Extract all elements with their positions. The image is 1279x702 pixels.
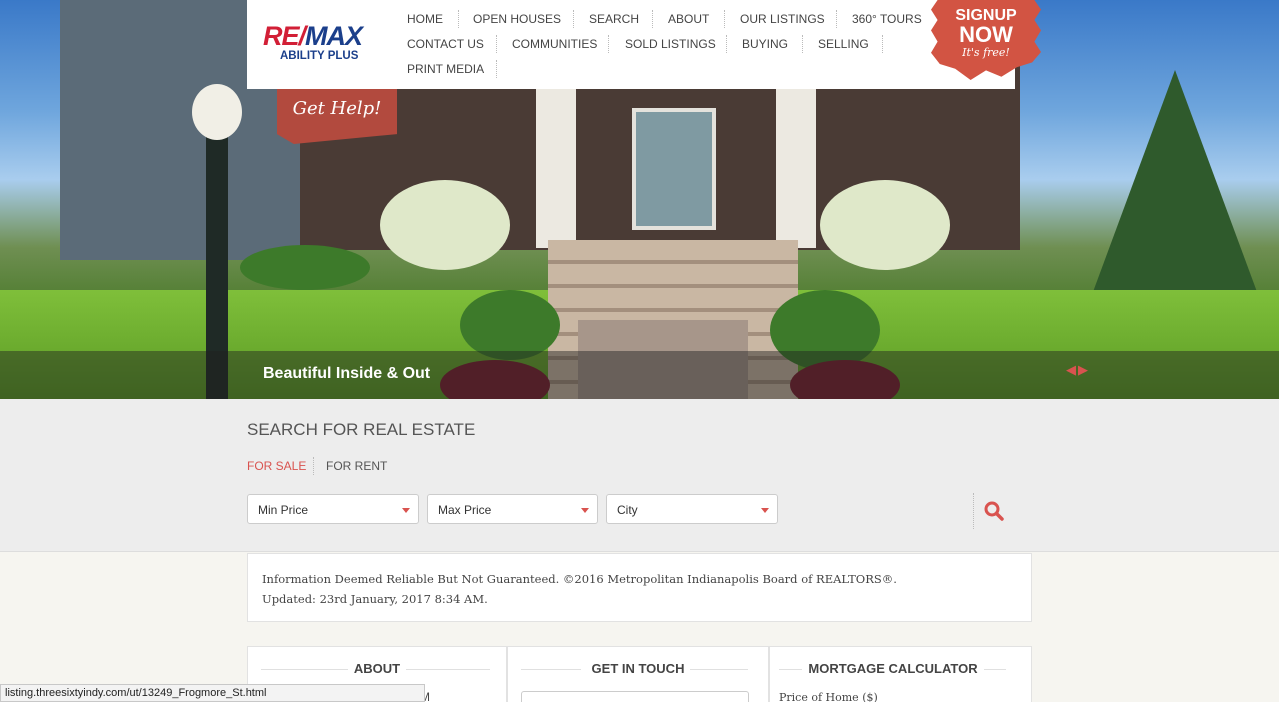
hero-caption: Beautiful Inside & Out — [263, 365, 431, 382]
hero-tree — [1090, 70, 1260, 300]
prev-next-arrows-icon[interactable]: ◀▶ — [1066, 362, 1090, 378]
nav-buying[interactable]: BUYING — [742, 37, 788, 51]
min-price-select[interactable]: Min Price — [247, 494, 419, 524]
footer-about-title: ABOUT — [247, 661, 507, 676]
nav-contact-us[interactable]: CONTACT US — [407, 37, 484, 51]
tab-for-rent[interactable]: FOR RENT — [326, 459, 387, 473]
hero-lamp-head — [192, 84, 242, 140]
disclaimer-text: Information Deemed Reliable But Not Guar… — [262, 572, 897, 586]
status-bar-url: listing.threesixtyindy.com/ut/13249_Frog… — [0, 684, 425, 702]
nav-search[interactable]: SEARCH — [589, 12, 639, 26]
nav-print-media[interactable]: PRINT MEDIA — [407, 62, 484, 76]
nav-our-listings[interactable]: OUR LISTINGS — [740, 12, 825, 26]
max-price-select[interactable]: Max Price — [427, 494, 598, 524]
search-section — [0, 399, 1279, 552]
footer-contact-title: GET IN TOUCH — [507, 661, 769, 676]
search-title: SEARCH FOR REAL ESTATE — [247, 420, 476, 439]
chevron-down-icon — [402, 508, 410, 513]
nav-open-houses[interactable]: OPEN HOUSES — [473, 12, 561, 26]
get-help-button[interactable]: Get Help! — [277, 89, 397, 144]
remax-logo[interactable]: RE/MAX ABILITY PLUS — [263, 22, 363, 62]
chevron-down-icon — [581, 508, 589, 513]
nav-selling[interactable]: SELLING — [818, 37, 869, 51]
tab-for-sale[interactable]: FOR SALE — [247, 459, 306, 473]
mortgage-price-label: Price of Home ($) — [779, 691, 878, 702]
nav-communities[interactable]: COMMUNITIES — [512, 37, 597, 51]
nav-sold-listings[interactable]: SOLD LISTINGS — [625, 37, 716, 51]
contact-name-input[interactable] — [521, 691, 749, 702]
nav-360-tours[interactable]: 360° TOURS — [852, 12, 922, 26]
nav-about[interactable]: ABOUT — [668, 12, 709, 26]
search-icon[interactable] — [983, 500, 1005, 522]
footer-mortgage-title: MORTGAGE CALCULATOR — [769, 661, 1017, 676]
city-select[interactable]: City — [606, 494, 778, 524]
chevron-down-icon — [761, 508, 769, 513]
disclaimer-box: Information Deemed Reliable But Not Guar… — [247, 553, 1032, 622]
nav-home[interactable]: HOME — [407, 12, 443, 26]
hero-door — [632, 108, 716, 230]
updated-text: Updated: 23rd January, 2017 8:34 AM. — [262, 592, 488, 606]
